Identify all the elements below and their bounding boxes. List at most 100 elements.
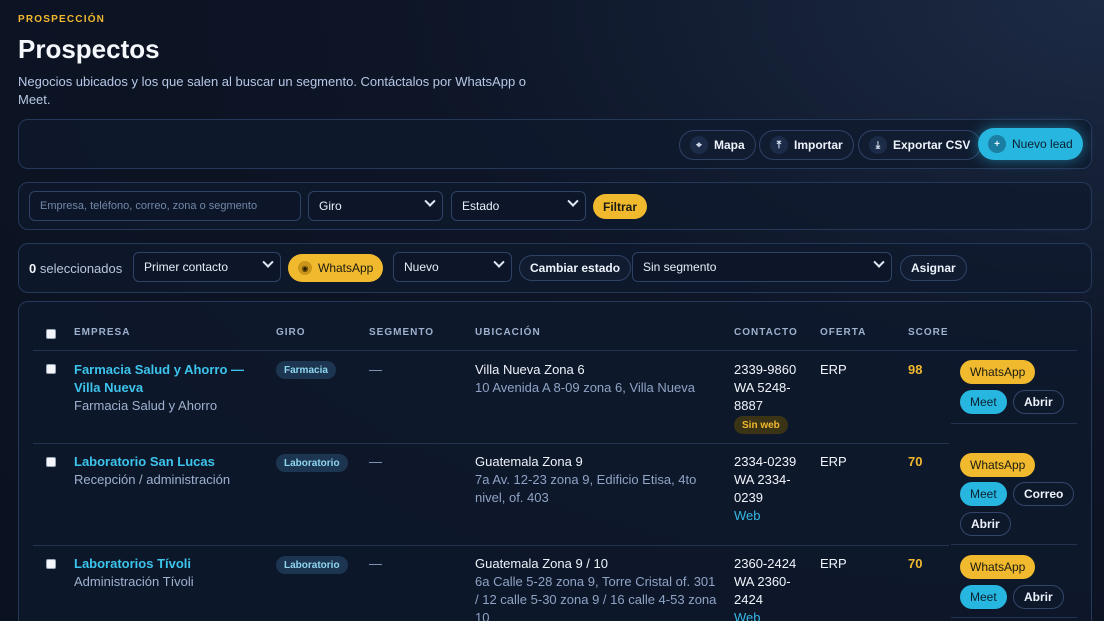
change-status-button[interactable]: Cambiar estado — [519, 255, 632, 281]
column-header-empresa[interactable]: EMPRESA — [74, 327, 130, 338]
giro-tag: Laboratorio — [276, 556, 348, 574]
column-header-segmento[interactable]: SEGMENTO — [369, 327, 434, 338]
location-address: 10 Avenida A 8-09 zona 6, Villa Nueva — [475, 380, 695, 395]
map-button[interactable]: ⌖ Mapa — [679, 130, 756, 160]
row-meet-button[interactable]: Meet — [960, 390, 1007, 414]
contact-whatsapp: WA 2334-0239 — [734, 472, 791, 505]
location-main: Guatemala Zona 9 — [475, 454, 583, 469]
offer-value: ERP — [820, 454, 847, 469]
header-divider — [33, 350, 1077, 351]
website-link[interactable]: Web — [734, 507, 761, 525]
search-placeholder: Empresa, teléfono, correo, zona o segmen… — [40, 200, 258, 212]
action-divider — [951, 423, 1077, 424]
chevron-down-icon — [493, 256, 505, 268]
new-lead-button-label: Nuevo lead — [1012, 137, 1073, 151]
row-whatsapp-button[interactable]: WhatsApp — [960, 453, 1036, 477]
score-value: 98 — [908, 362, 923, 377]
selected-count-label: seleccionados — [39, 261, 123, 276]
company-link[interactable]: Laboratorio San Lucas — [74, 453, 264, 471]
chevron-down-icon — [424, 195, 436, 207]
row-meet-button[interactable]: Meet — [960, 585, 1007, 609]
toolbar: ⌖ Mapa ⤒ Importar ⤓ Exportar CSV + Nuevo… — [18, 119, 1092, 169]
column-header-oferta[interactable]: OFERTA — [820, 327, 866, 338]
page-subtitle: Negocios ubicados y los que salen al bus… — [18, 74, 527, 107]
website-link[interactable]: Web — [734, 609, 761, 621]
import-button[interactable]: ⤒ Importar — [759, 130, 854, 160]
contact-phone: 2339-9860 — [734, 362, 797, 377]
giro-select[interactable]: Giro — [308, 191, 443, 221]
offer-value: ERP — [820, 556, 847, 571]
row-open-button[interactable]: Abrir — [1013, 585, 1064, 609]
offer-value: ERP — [820, 362, 847, 377]
row-checkbox[interactable] — [46, 559, 56, 569]
assign-label: Asignar — [911, 261, 956, 275]
row-whatsapp-button[interactable]: WhatsApp — [960, 360, 1036, 384]
row-divider — [33, 443, 949, 444]
upload-icon: ⤒ — [770, 136, 788, 154]
company-link[interactable]: Farmacia Salud y Ahorro — Villa Nueva — [74, 361, 249, 397]
filter-button-label: Filtrar — [603, 199, 638, 214]
action-divider — [951, 544, 1077, 545]
row-checkbox[interactable] — [46, 457, 56, 467]
bulk-whatsapp-label: WhatsApp — [318, 261, 374, 275]
export-csv-button-label: Exportar CSV — [893, 138, 971, 152]
estado-select-value: Estado — [462, 199, 500, 213]
row-open-button[interactable]: Abrir — [1013, 390, 1064, 414]
map-pin-icon: ⌖ — [690, 136, 708, 154]
change-status-label: Cambiar estado — [530, 261, 621, 275]
segment-select-value: Sin segmento — [643, 260, 717, 274]
select-all-checkbox[interactable] — [46, 329, 56, 339]
assign-button[interactable]: Asignar — [900, 255, 967, 281]
row-checkbox[interactable] — [46, 364, 56, 374]
column-header-contacto[interactable]: CONTACTO — [734, 327, 798, 338]
new-lead-button[interactable]: + Nuevo lead — [978, 128, 1083, 160]
no-web-badge: Sin web — [734, 416, 788, 434]
contact-whatsapp: WA 2360-2424 — [734, 574, 791, 607]
row-whatsapp-button[interactable]: WhatsApp — [960, 555, 1036, 579]
location-main: Guatemala Zona 9 / 10 — [475, 556, 608, 571]
message-template-value: Primer contacto — [144, 260, 229, 274]
giro-tag: Laboratorio — [276, 454, 348, 472]
export-csv-button[interactable]: ⤓ Exportar CSV — [858, 130, 982, 160]
location-main: Villa Nueva Zona 6 — [475, 362, 585, 377]
status-select[interactable]: Nuevo — [393, 252, 512, 282]
giro-tag: Farmacia — [276, 361, 336, 379]
page-title: Prospectos — [18, 34, 160, 64]
message-template-select[interactable]: Primer contacto — [133, 252, 281, 282]
page-eyebrow: PROSPECCIÓN — [18, 14, 106, 25]
contact-phone: 2334-0239 — [734, 454, 797, 469]
plus-icon: + — [988, 135, 1006, 153]
status-select-value: Nuevo — [404, 260, 439, 274]
chevron-down-icon — [873, 256, 885, 268]
chevron-down-icon — [262, 256, 274, 268]
column-header-ubicacion[interactable]: UBICACIÓN — [475, 327, 541, 338]
company-link[interactable]: Laboratorios Tívoli — [74, 555, 264, 573]
search-input[interactable]: Empresa, teléfono, correo, zona o segmen… — [29, 191, 301, 221]
location-address: 7a Av. 12-23 zona 9, Edificio Etisa, 4to… — [475, 472, 697, 505]
score-value: 70 — [908, 556, 923, 571]
contact-phone: 2360-2424 — [734, 556, 797, 571]
map-button-label: Mapa — [714, 138, 745, 152]
estado-select[interactable]: Estado — [451, 191, 586, 221]
import-button-label: Importar — [794, 138, 843, 152]
segment-value: — — [369, 556, 382, 571]
column-header-score[interactable]: SCORE — [908, 327, 949, 338]
giro-select-value: Giro — [319, 199, 342, 213]
whatsapp-icon: ◉ — [298, 261, 312, 275]
column-header-giro[interactable]: GIRO — [276, 327, 306, 338]
filter-button[interactable]: Filtrar — [593, 194, 648, 219]
download-icon: ⤓ — [869, 136, 887, 154]
company-subtitle: Farmacia Salud y Ahorro — [74, 398, 218, 413]
leads-table: EMPRESA GIRO SEGMENTO UBICACIÓN CONTACTO… — [18, 301, 1092, 621]
selected-count-number: 0 — [29, 261, 37, 276]
selected-count: 0 seleccionados — [29, 261, 122, 276]
segment-value: — — [369, 362, 382, 377]
bulk-whatsapp-button[interactable]: ◉ WhatsApp — [288, 254, 384, 282]
row-open-button[interactable]: Abrir — [960, 512, 1011, 536]
score-value: 70 — [908, 454, 923, 469]
action-divider — [951, 617, 1077, 618]
company-subtitle: Recepción / administración — [74, 472, 231, 487]
row-email-button[interactable]: Correo — [1013, 482, 1075, 506]
segment-select[interactable]: Sin segmento — [632, 252, 892, 282]
row-meet-button[interactable]: Meet — [960, 482, 1007, 506]
